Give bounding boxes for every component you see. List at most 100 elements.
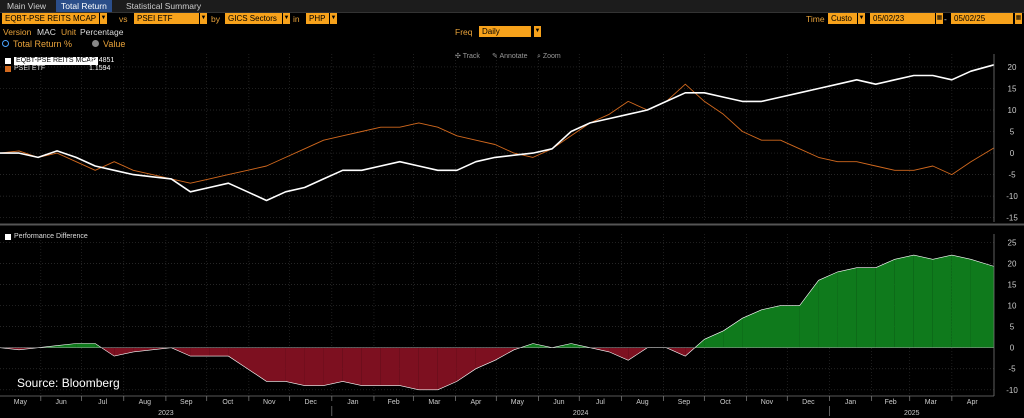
difference-segment — [875, 259, 895, 348]
upper-y-tick-label: -5 — [1008, 171, 1016, 180]
series2-line — [0, 83, 995, 184]
lower-y-tick-label: 0 — [1010, 344, 1015, 353]
annotate-label: Annotate — [499, 53, 528, 60]
series1-legend[interactable]: EQBT-PSE REITS MCAP — [14, 57, 98, 65]
difference-segment — [285, 347, 305, 386]
difference-segment — [761, 305, 781, 348]
difference-segment — [780, 305, 800, 348]
series1-line — [0, 64, 995, 202]
difference-segment — [361, 347, 381, 386]
month-tick-label: Jan — [845, 399, 856, 406]
difference-segment — [418, 347, 438, 390]
series2-legend[interactable]: PSEI ETF — [14, 65, 45, 73]
month-tick-label: Mar — [428, 399, 441, 406]
month-tick-label: Dec — [802, 399, 815, 406]
difference-segment — [894, 255, 914, 348]
upper-y-tick-label: 15 — [1008, 84, 1017, 93]
year-tick-label: 2023 — [158, 410, 174, 417]
month-tick-label: Oct — [222, 399, 233, 406]
series2-swatch — [5, 66, 11, 72]
series1-swatch — [5, 58, 11, 64]
month-tick-label: Aug — [139, 399, 152, 406]
upper-y-tick-label: 5 — [1010, 128, 1015, 137]
difference-segment — [456, 347, 476, 382]
track-tool[interactable]: ✣ Track — [455, 52, 480, 62]
month-tick-label: Oct — [720, 399, 731, 406]
difference-segment — [799, 280, 819, 348]
difference-segment — [190, 347, 210, 357]
lower-y-axis: 25 20 15 10 5 0 -5 -10 — [993, 234, 1018, 396]
month-tick-label: Apr — [470, 399, 482, 406]
month-tick-label: Apr — [967, 399, 979, 406]
lower-y-tick-label: 10 — [1008, 302, 1017, 311]
month-tick-label: Jul — [98, 399, 107, 406]
series1-value: 20.4851 — [89, 57, 115, 64]
lower-y-tick-label: 25 — [1008, 238, 1017, 247]
series2-value: 1.1594 — [89, 65, 111, 72]
difference-segment — [266, 347, 286, 382]
difference-segment — [475, 347, 495, 369]
difference-segment — [932, 255, 952, 348]
performance-difference-legend[interactable]: Performance Difference — [14, 233, 88, 241]
difference-segment — [742, 309, 762, 348]
month-tick-label: Aug — [636, 399, 649, 406]
upper-y-tick-label: -15 — [1006, 214, 1018, 223]
annotate-tool[interactable]: ✎ Annotate — [492, 52, 527, 62]
upper-grid — [0, 54, 994, 222]
month-tick-label: May — [14, 399, 28, 406]
upper-y-tick-label: 20 — [1008, 63, 1017, 72]
difference-segment — [209, 347, 229, 357]
performance-difference-area — [0, 254, 995, 391]
performance-difference-swatch — [5, 234, 11, 240]
track-label: Track — [462, 53, 480, 60]
difference-segment — [342, 347, 362, 386]
x-axis: May Jun Jul Aug Sep Oct Nov Dec Jan Feb Mar Apr May J… — [0, 395, 994, 417]
difference-segment — [723, 318, 743, 348]
difference-segment — [399, 347, 419, 390]
month-tick-label: Mar — [925, 399, 938, 406]
lower-y-tick-label: 15 — [1008, 281, 1017, 290]
month-tick-label: May — [511, 399, 525, 406]
difference-segment — [609, 347, 629, 361]
month-tick-label: Nov — [761, 399, 774, 406]
month-tick-label: Jun — [553, 399, 564, 406]
upper-y-tick-label: 10 — [1008, 106, 1017, 115]
difference-segment — [704, 330, 724, 348]
month-tick-label: Jul — [596, 399, 605, 406]
chart: 20 15 10 5 0 -5 -10 -15 25 20 15 10 5 0 -5 -10 May Jun J… — [0, 54, 1024, 417]
month-tick-label: Sep — [678, 399, 691, 406]
upper-y-axis: 20 15 10 5 0 -5 -10 -15 — [993, 54, 1018, 223]
difference-segment — [76, 343, 96, 348]
year-tick-label: 2024 — [573, 410, 589, 417]
difference-segment — [247, 347, 267, 382]
month-tick-label: Jan — [347, 399, 358, 406]
zoom-tool[interactable]: ⌕ Zoom — [537, 52, 561, 62]
lower-y-tick-label: -5 — [1008, 365, 1016, 374]
upper-lines — [0, 64, 995, 202]
difference-segment — [913, 255, 933, 348]
month-tick-label: Sep — [180, 399, 193, 406]
month-tick-label: Jun — [56, 399, 67, 406]
difference-segment — [380, 347, 400, 386]
lower-y-tick-label: 20 — [1008, 259, 1017, 268]
difference-segment — [133, 347, 153, 352]
difference-segment — [57, 343, 77, 348]
difference-segment — [323, 347, 343, 386]
year-tick-label: 2025 — [904, 410, 920, 417]
month-tick-label: Dec — [304, 399, 317, 406]
difference-segment — [818, 271, 838, 348]
month-tick-label: Nov — [263, 399, 276, 406]
difference-segment — [304, 347, 324, 386]
difference-segment — [837, 267, 857, 348]
difference-segment — [970, 259, 994, 348]
zoom-label: Zoom — [542, 53, 561, 60]
lower-y-tick-label: -10 — [1006, 386, 1018, 395]
month-tick-label: Feb — [388, 399, 400, 406]
month-tick-label: Feb — [885, 399, 897, 406]
source-note: Source: Bloomberg — [17, 376, 120, 390]
upper-y-tick-label: 0 — [1010, 149, 1015, 158]
difference-segment — [951, 255, 971, 348]
lower-y-tick-label: 5 — [1010, 323, 1015, 332]
difference-segment — [437, 347, 457, 390]
upper-y-tick-label: -10 — [1006, 192, 1018, 201]
